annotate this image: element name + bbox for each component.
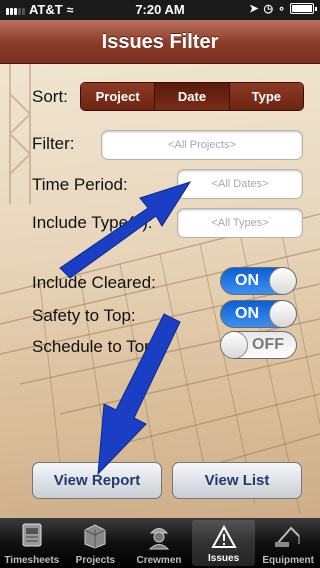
safety-to-top-toggle[interactable]: ON: [220, 300, 297, 328]
navigation-bar: Issues Filter: [0, 20, 320, 64]
tab-label: Timesheets: [4, 555, 60, 566]
toggle-state-text: ON: [235, 305, 259, 322]
include-cleared-label: Include Cleared:: [32, 273, 156, 292]
schedule-to-top-label: Schedule to Top:: [32, 337, 159, 356]
toggle-state-text: ON: [235, 272, 259, 289]
location-icon: ➤: [249, 3, 259, 15]
toggle-knob: [269, 301, 296, 327]
time-period-field[interactable]: <All Dates>: [177, 169, 303, 199]
page-title: Issues Filter: [101, 31, 219, 53]
timesheet-icon: [22, 523, 42, 547]
bluetooth-icon: ∘: [278, 3, 285, 15]
sort-option-type[interactable]: Type: [229, 83, 303, 110]
tab-crewmen[interactable]: Crewmen: [127, 518, 191, 568]
battery-icon: [290, 3, 317, 14]
view-report-button[interactable]: View Report: [32, 462, 162, 499]
toggle-state-text: OFF: [252, 336, 284, 353]
include-types-label: Include Type(s):: [32, 213, 153, 232]
projects-icon: [84, 524, 106, 549]
tab-timesheets[interactable]: Timesheets: [0, 518, 64, 568]
status-bar: AT&T ≈ 7:20 AM ➤ ◷ ∘: [0, 0, 320, 20]
tab-issues[interactable]: Issues: [191, 520, 256, 566]
include-cleared-toggle[interactable]: ON: [220, 267, 297, 295]
tab-equipment[interactable]: Equipment: [256, 518, 320, 568]
toggle-knob: [221, 332, 248, 358]
tab-bar: Timesheets Projects Crewmen Issues Equip…: [0, 518, 320, 568]
tab-label: Equipment: [262, 555, 314, 566]
project-filter-field[interactable]: <All Projects>: [101, 130, 303, 160]
tab-label: Issues: [208, 553, 240, 564]
filter-label: Filter:: [32, 134, 75, 153]
toggle-knob: [269, 268, 296, 294]
crewman-icon: [148, 528, 170, 550]
sort-label: Sort:: [32, 87, 68, 106]
sort-segmented-control[interactable]: Project Date Type: [80, 82, 304, 111]
alarm-icon: ◷: [263, 3, 274, 15]
schedule-to-top-toggle[interactable]: OFF: [220, 331, 297, 359]
sort-option-project[interactable]: Project: [81, 83, 156, 110]
time-period-label: Time Period:: [32, 175, 128, 194]
tab-label: Crewmen: [136, 555, 182, 566]
crane-icon: [275, 526, 300, 547]
tab-label: Projects: [75, 555, 116, 566]
include-types-field[interactable]: <All Types>: [177, 208, 303, 238]
safety-to-top-label: Safety to Top:: [32, 306, 136, 325]
warning-icon: [210, 524, 237, 548]
view-list-button[interactable]: View List: [172, 462, 302, 499]
sort-option-date[interactable]: Date: [155, 83, 230, 110]
tab-projects[interactable]: Projects: [64, 518, 128, 568]
